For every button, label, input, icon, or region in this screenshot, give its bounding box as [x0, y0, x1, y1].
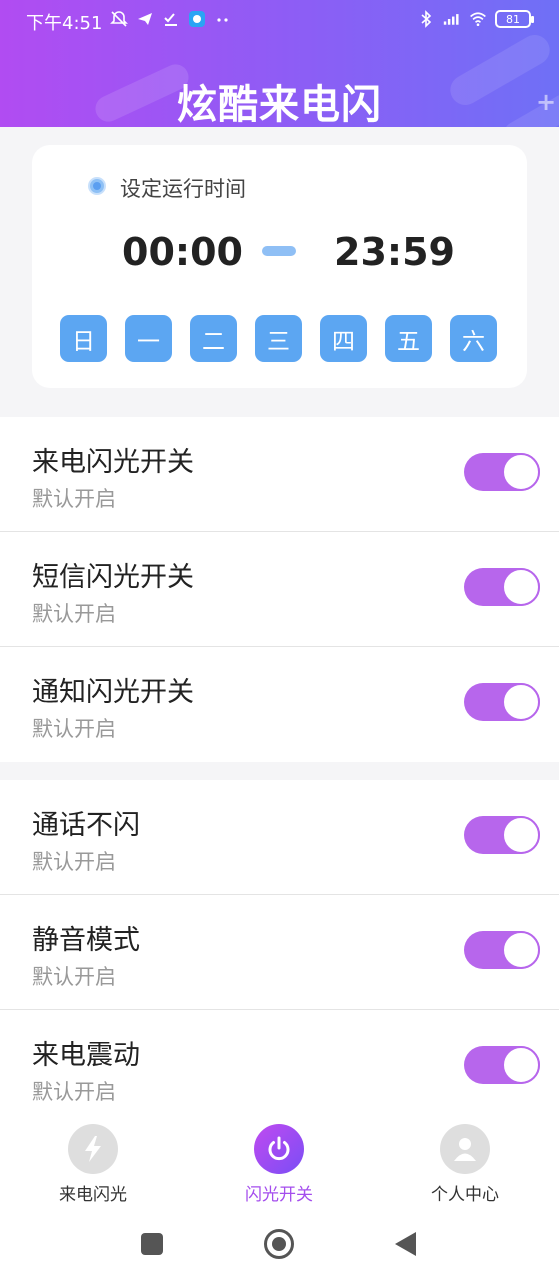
- more-notifications-icon: [214, 10, 232, 28]
- tab-label: 闪光开关: [245, 1185, 313, 1205]
- tab-label: 个人中心: [431, 1185, 499, 1205]
- app-notification-icon: [188, 10, 206, 28]
- setting-subtitle: 默认开启: [32, 717, 116, 741]
- setting-title: 来电闪光开关: [32, 447, 194, 478]
- day-button-mon[interactable]: 一: [125, 315, 172, 362]
- sms-flash-toggle[interactable]: [464, 568, 540, 606]
- status-time: 下午4:51: [26, 13, 103, 34]
- header: + 下午4:51 81 炫酷来电闪: [0, 0, 559, 127]
- setting-row-call-vibration[interactable]: 来电震动 默认开启: [0, 1010, 559, 1112]
- setting-title: 来电震动: [32, 1040, 140, 1071]
- settings-group-mode: 通话不闪 默认开启 静音模式 默认开启 来电震动 默认开启: [0, 780, 559, 1112]
- bluetooth-icon: [417, 10, 435, 28]
- call-flash-toggle[interactable]: [464, 453, 540, 491]
- radio-dot-icon: [88, 177, 106, 195]
- tab-call-flash[interactable]: 来电闪光: [33, 1124, 153, 1205]
- setting-title: 静音模式: [32, 925, 140, 956]
- mute-icon: [110, 10, 128, 28]
- setting-subtitle: 默认开启: [32, 1080, 116, 1104]
- setting-title: 通话不闪: [32, 810, 140, 841]
- schedule-card: 设定运行时间 00:00 23:59 日 一 二 三 四 五 六: [32, 145, 527, 388]
- status-bar: 下午4:51 81: [0, 0, 559, 42]
- person-icon: [440, 1124, 490, 1174]
- call-vibration-toggle[interactable]: [464, 1046, 540, 1084]
- battery-icon: 81: [495, 10, 534, 28]
- toggle-knob: [502, 816, 540, 854]
- recents-icon[interactable]: [141, 1233, 163, 1255]
- setting-row-notification-flash[interactable]: 通知闪光开关 默认开启: [0, 647, 559, 762]
- setting-title: 通知闪光开关: [32, 677, 194, 708]
- start-time[interactable]: 00:00: [122, 230, 243, 274]
- day-button-wed[interactable]: 三: [255, 315, 302, 362]
- setting-title: 短信闪光开关: [32, 562, 194, 593]
- silent-mode-toggle[interactable]: [464, 931, 540, 969]
- home-icon[interactable]: [264, 1229, 294, 1259]
- day-button-thu[interactable]: 四: [320, 315, 367, 362]
- setting-subtitle: 默认开启: [32, 487, 116, 511]
- power-icon: [254, 1124, 304, 1174]
- checklist-icon: [162, 10, 180, 28]
- day-button-fri[interactable]: 五: [385, 315, 432, 362]
- page-title: 炫酷来电闪: [177, 82, 382, 127]
- settings-group-flash: 来电闪光开关 默认开启 短信闪光开关 默认开启 通知闪光开关 默认开启: [0, 417, 559, 762]
- time-separator: [262, 246, 296, 256]
- setting-subtitle: 默认开启: [32, 965, 116, 989]
- toggle-knob: [502, 931, 540, 969]
- tab-label: 来电闪光: [59, 1185, 127, 1205]
- toggle-knob: [502, 683, 540, 721]
- toggle-knob: [502, 568, 540, 606]
- setting-subtitle: 默认开启: [32, 850, 116, 874]
- lightning-icon: [68, 1124, 118, 1174]
- setting-row-no-flash-in-call[interactable]: 通话不闪 默认开启: [0, 780, 559, 895]
- notification-flash-toggle[interactable]: [464, 683, 540, 721]
- no-flash-in-call-toggle[interactable]: [464, 816, 540, 854]
- setting-row-sms-flash[interactable]: 短信闪光开关 默认开启: [0, 532, 559, 647]
- toggle-knob: [502, 453, 540, 491]
- end-time[interactable]: 23:59: [334, 230, 455, 274]
- tab-flash-switch[interactable]: 闪光开关: [219, 1124, 339, 1205]
- setting-row-call-flash[interactable]: 来电闪光开关 默认开启: [0, 417, 559, 532]
- bottom-tab-bar: 来电闪光 闪光开关 个人中心: [0, 1112, 559, 1212]
- wifi-icon: [469, 10, 487, 28]
- tab-profile[interactable]: 个人中心: [405, 1124, 525, 1205]
- day-button-tue[interactable]: 二: [190, 315, 237, 362]
- weekday-selector: 日 一 二 三 四 五 六: [60, 315, 497, 362]
- day-button-sat[interactable]: 六: [450, 315, 497, 362]
- status-icons-left: [110, 10, 232, 28]
- toggle-knob: [502, 1046, 540, 1084]
- status-icons-right: 81: [417, 10, 534, 28]
- schedule-label: 设定运行时间: [120, 177, 246, 201]
- back-icon[interactable]: [395, 1232, 416, 1256]
- setting-row-silent-mode[interactable]: 静音模式 默认开启: [0, 895, 559, 1010]
- setting-subtitle: 默认开启: [32, 602, 116, 626]
- system-nav-bar: [0, 1212, 559, 1280]
- telegram-icon: [136, 10, 154, 28]
- signal-icon: [443, 10, 461, 28]
- day-button-sun[interactable]: 日: [60, 315, 107, 362]
